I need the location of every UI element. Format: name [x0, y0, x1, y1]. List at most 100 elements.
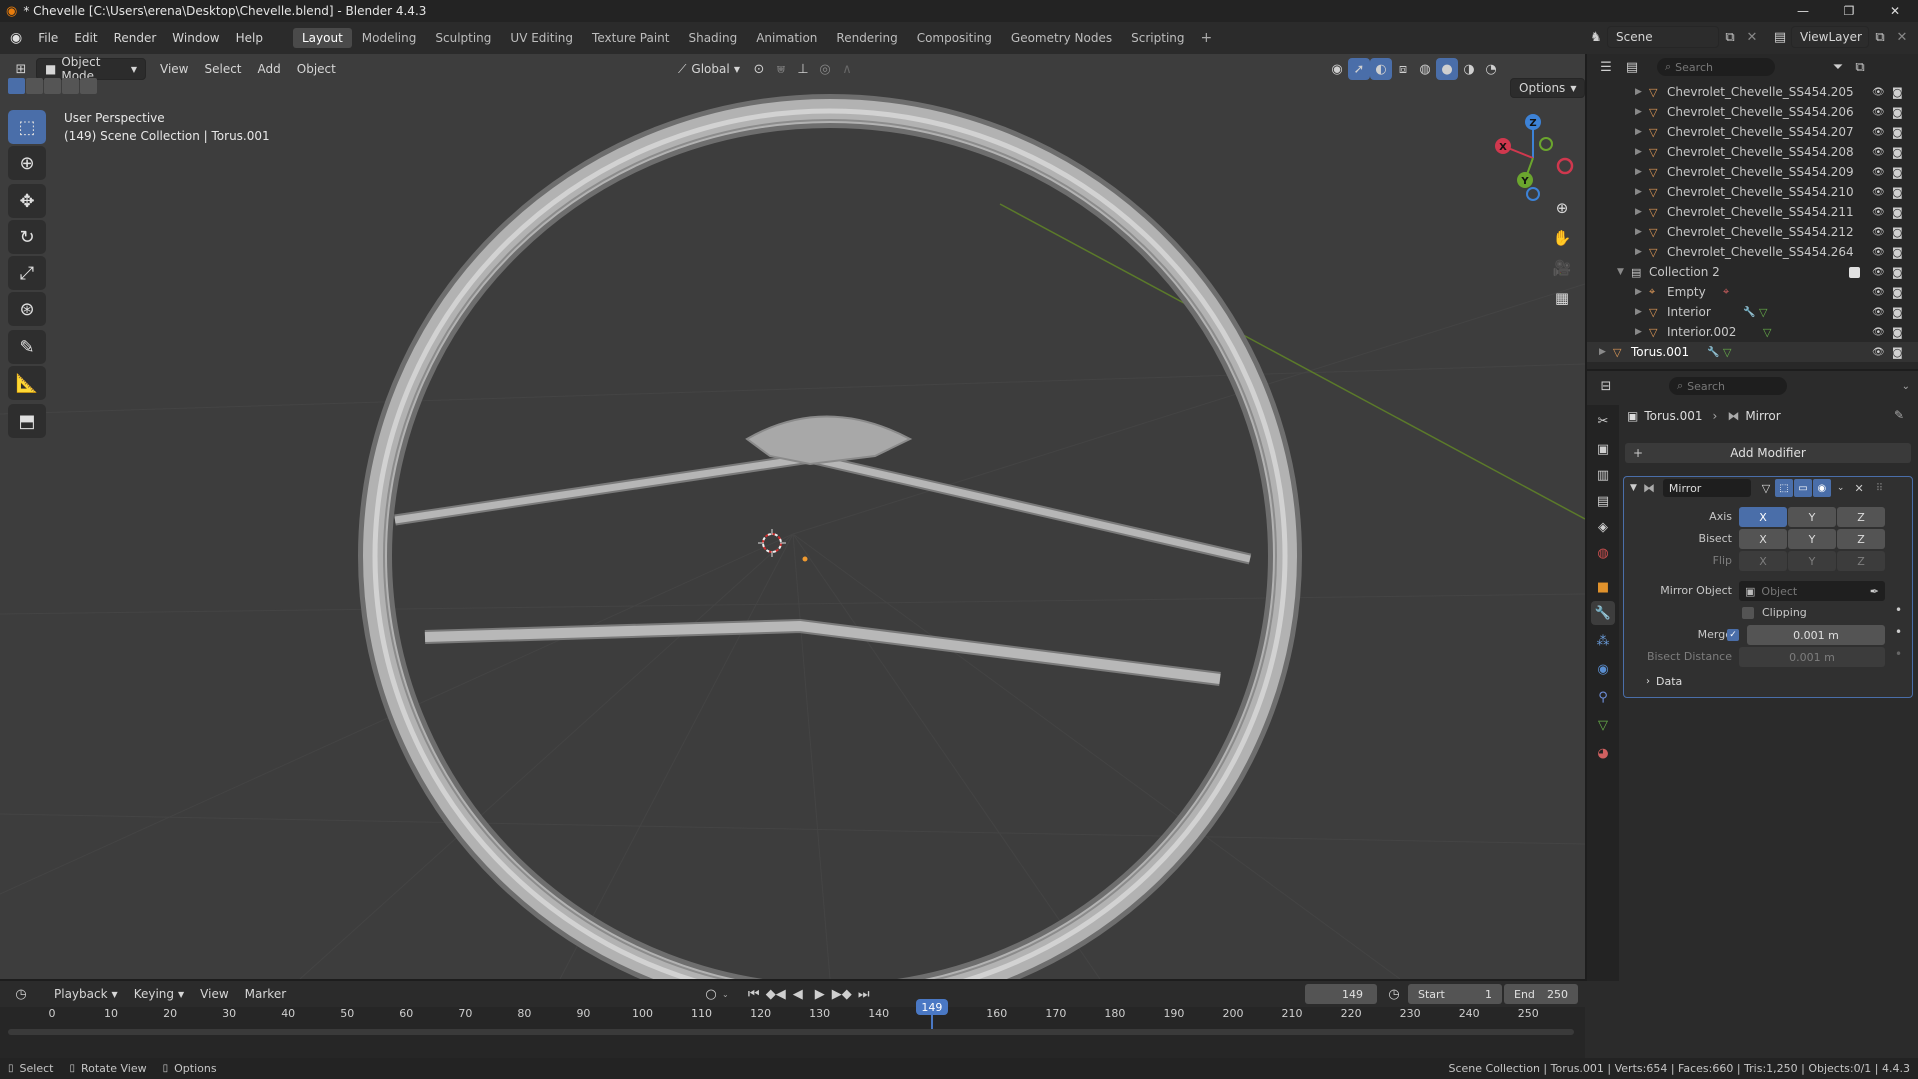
visibility-eye-icon[interactable]: 👁	[1872, 207, 1885, 218]
outliner-row[interactable]: ▶ ▽ Chevrolet_Chevelle_SS454.264 👁 ◙	[1587, 242, 1918, 262]
visibility-eye-icon[interactable]: 👁	[1872, 127, 1885, 138]
transform-orientation-selector[interactable]: ⟋ Global ▼	[670, 58, 748, 80]
outliner-row[interactable]: ▶ ▽ Interior 🔧 ▽ 👁 ◙	[1587, 302, 1918, 322]
cage-toggle-icon[interactable]: ⬚	[1774, 479, 1793, 497]
proportional-edit-icon[interactable]: ◎	[814, 58, 836, 80]
steering-wheel-mesh[interactable]	[358, 94, 1302, 979]
mesh-data-icon[interactable]: ▽	[1759, 306, 1767, 319]
outliner-row[interactable]: ▶ ▽ Chevrolet_Chevelle_SS454.207 👁 ◙	[1587, 122, 1918, 142]
transform-tool[interactable]: ⊛	[8, 292, 46, 326]
tab-modeling[interactable]: Modeling	[353, 28, 426, 48]
material-tab-icon[interactable]: ◕	[1591, 741, 1615, 765]
new-collection-icon[interactable]: ⧉	[1849, 56, 1871, 78]
render-camera-icon[interactable]: ◙	[1892, 186, 1903, 199]
physics-tab-icon[interactable]: ◉	[1591, 657, 1615, 681]
render-tab-icon[interactable]: ▣	[1591, 437, 1615, 461]
outliner-row[interactable]: ▶ ▽ Chevrolet_Chevelle_SS454.208 👁 ◙	[1587, 142, 1918, 162]
view-layer-selector[interactable]: ViewLayer	[1791, 26, 1869, 48]
maximize-button[interactable]: ❐	[1826, 0, 1872, 22]
keyframe-dot-icon[interactable]: •	[1895, 603, 1902, 617]
outliner-row[interactable]: ▶ ▽ Chevrolet_Chevelle_SS454.209 👁 ◙	[1587, 162, 1918, 182]
merge-distance-field[interactable]: 0.001 m	[1747, 625, 1885, 645]
render-camera-icon[interactable]: ◙	[1892, 346, 1903, 359]
outliner-search-input[interactable]: ⌕ Search	[1657, 58, 1775, 76]
axis-x-toggle[interactable]: X	[1739, 507, 1787, 527]
bisect-z-toggle[interactable]: Z	[1837, 529, 1885, 549]
mode-selector[interactable]: ■ Object Mode ▼	[36, 55, 146, 83]
viewport-toggle-icon[interactable]: ▭	[1793, 479, 1812, 497]
collapse-chevron-icon[interactable]: ▼	[1630, 483, 1637, 493]
outliner-row[interactable]: ▶ ▽ Chevrolet_Chevelle_SS454.206 👁 ◙	[1587, 102, 1918, 122]
axis-z-toggle[interactable]: Z	[1837, 507, 1885, 527]
pivot-point-icon[interactable]: ⊙	[748, 58, 770, 80]
rotate-tool[interactable]: ↻	[8, 220, 46, 254]
visibility-selector-icon[interactable]: ◉	[1326, 58, 1348, 80]
properties-search-input[interactable]: ⌕ Search	[1669, 377, 1787, 395]
annotate-tool[interactable]: ✎	[8, 330, 46, 364]
playhead-frame-badge[interactable]: 149	[915, 999, 948, 1015]
gizmo-toggle-icon[interactable]: ➚	[1348, 58, 1370, 80]
close-icon[interactable]: ✕	[1854, 482, 1863, 495]
close-button[interactable]: ✕	[1872, 0, 1918, 22]
visibility-eye-icon[interactable]: 👁	[1872, 87, 1885, 98]
expand-chevron-right-icon[interactable]: ▶	[1635, 87, 1642, 97]
delete-view-layer-icon[interactable]: ✕	[1891, 26, 1913, 48]
render-camera-icon[interactable]: ◙	[1892, 86, 1903, 99]
outliner-row[interactable]: ▶ ▽ Chevrolet_Chevelle_SS454.205 👁 ◙	[1587, 82, 1918, 102]
perspective-toggle-icon[interactable]: ▦	[1547, 284, 1577, 312]
new-view-layer-icon[interactable]: ⧉	[1869, 26, 1891, 48]
modifier-tab-icon[interactable]: 🔧	[1591, 601, 1615, 625]
3d-viewport[interactable]: ⊞ ■ Object Mode ▼ View Select Add Object…	[0, 54, 1585, 979]
empty-data-icon[interactable]: ⌖	[1723, 285, 1729, 299]
output-tab-icon[interactable]: ▥	[1591, 463, 1615, 487]
snap-icon[interactable]: ⩐	[770, 58, 792, 80]
bisect-y-toggle[interactable]: Y	[1788, 529, 1836, 549]
properties-editor-type-icon[interactable]: ⊟	[1595, 375, 1617, 397]
rendered-shading-icon[interactable]: ◔	[1480, 58, 1502, 80]
data-subpanel-header[interactable]: › Data	[1646, 675, 1682, 688]
viewport-menu-select[interactable]: Select	[196, 58, 249, 80]
tab-uv-editing[interactable]: UV Editing	[501, 28, 582, 48]
merge-checkbox[interactable]: ✓	[1727, 629, 1739, 641]
outliner-row[interactable]: ▶ ⌖ Empty ⌖ 👁 ◙	[1587, 282, 1918, 302]
mesh-data-icon[interactable]: ▽	[1723, 346, 1731, 359]
pan-hand-icon[interactable]: ✋	[1547, 224, 1577, 252]
viewport-menu-add[interactable]: Add	[250, 58, 289, 80]
camera-view-icon[interactable]: 🎥	[1547, 254, 1577, 282]
expand-chevron-down-icon[interactable]: ▼	[1617, 267, 1624, 277]
xray-toggle-icon[interactable]: ⧈	[1392, 58, 1414, 80]
visibility-eye-icon[interactable]: 👁	[1872, 247, 1885, 258]
chevron-down-icon[interactable]: ⌄	[1837, 483, 1845, 493]
bisect-distance-field[interactable]: 0.001 m	[1739, 647, 1885, 667]
gizmo-neg-x-handle[interactable]	[1556, 157, 1574, 175]
visibility-eye-icon[interactable]: 👁	[1872, 267, 1885, 278]
outliner-row[interactable]: ▶ ▽ Chevrolet_Chevelle_SS454.211 👁 ◙	[1587, 202, 1918, 222]
render-camera-icon[interactable]: ◙	[1892, 306, 1903, 319]
particles-tab-icon[interactable]: ⁂	[1591, 629, 1615, 653]
flip-y-toggle[interactable]: Y	[1788, 551, 1836, 571]
gizmo-neg-y-handle[interactable]	[1539, 137, 1553, 151]
visibility-eye-icon[interactable]: 👁	[1872, 347, 1885, 358]
move-tool[interactable]: ✥	[8, 184, 46, 218]
outliner-row[interactable]: ▼ ▤ Collection 2 👁 ◙	[1587, 262, 1918, 282]
render-camera-icon[interactable]: ◙	[1892, 246, 1903, 259]
tab-texture-paint[interactable]: Texture Paint	[583, 28, 678, 48]
edit-mode-toggle-icon[interactable]: ▽	[1757, 479, 1775, 497]
add-cube-tool[interactable]: ⬒	[8, 404, 46, 438]
viewport-menu-view[interactable]: View	[152, 58, 196, 80]
clipping-checkbox[interactable]	[1742, 607, 1754, 619]
visibility-eye-icon[interactable]: 👁	[1872, 187, 1885, 198]
select-invert-icon[interactable]	[62, 78, 79, 94]
pin-icon[interactable]: ✎	[1894, 408, 1904, 422]
minimize-button[interactable]: —	[1780, 0, 1826, 22]
select-subtract-icon[interactable]	[44, 78, 61, 94]
keyframe-dot-icon[interactable]: •	[1895, 625, 1902, 639]
render-camera-icon[interactable]: ◙	[1892, 166, 1903, 179]
mesh-data-icon[interactable]: ▽	[1763, 326, 1771, 339]
falloff-icon[interactable]: ∧	[836, 58, 858, 80]
expand-chevron-right-icon[interactable]: ▶	[1635, 327, 1642, 337]
outliner-editor-type-icon[interactable]: ☰	[1595, 56, 1617, 78]
outliner-row[interactable]: ▶ ▽ Interior.002 ▽ 👁 ◙	[1587, 322, 1918, 342]
outliner-row[interactable]: ▶ ▽ Torus.001 🔧 ▽ 👁 ◙	[1587, 342, 1918, 362]
outliner-row[interactable]: ▶ ▽ Chevrolet_Chevelle_SS454.210 👁 ◙	[1587, 182, 1918, 202]
